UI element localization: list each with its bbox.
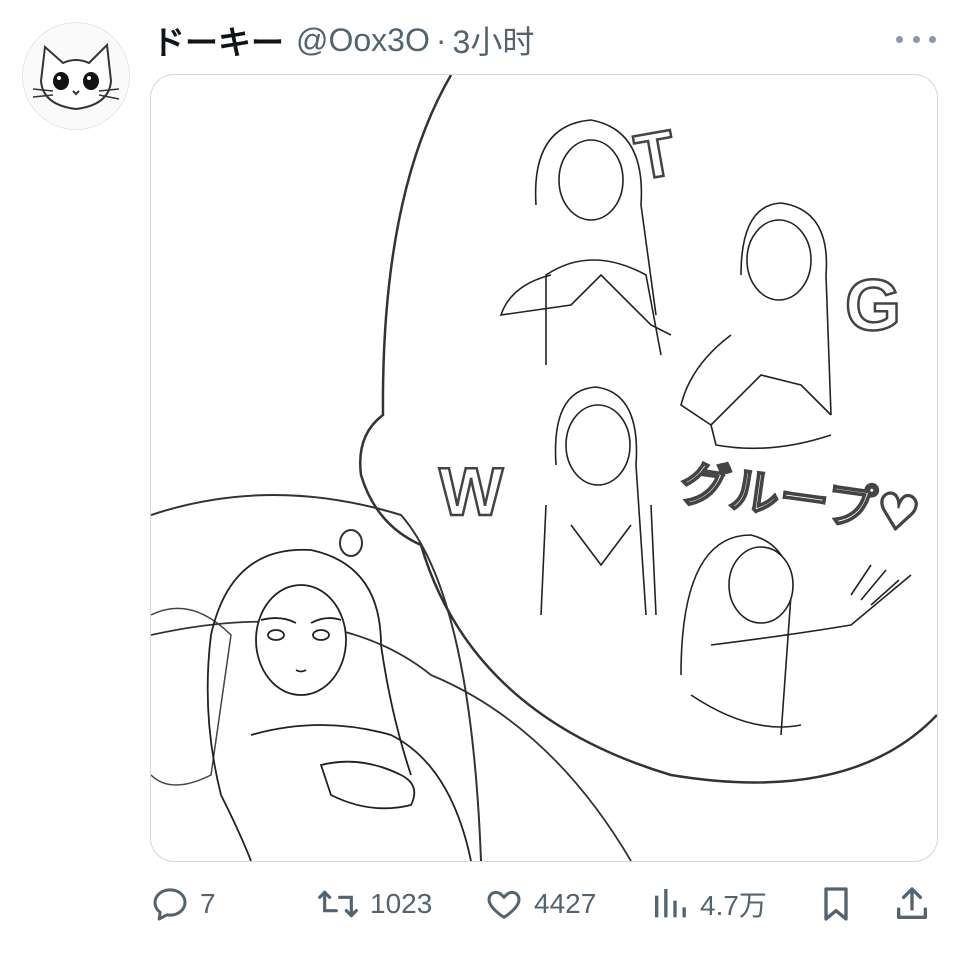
separator-dot: · bbox=[435, 21, 447, 58]
reply-button[interactable]: 7 bbox=[150, 878, 216, 930]
lying-girl bbox=[206, 548, 472, 861]
cat-avatar-icon bbox=[32, 42, 120, 111]
author-name[interactable]: ドーキー bbox=[152, 16, 284, 64]
heart-icon bbox=[487, 890, 521, 919]
views-bar-chart-icon bbox=[655, 889, 686, 918]
small-thought-bubble bbox=[339, 529, 363, 557]
girl-sketch-right bbox=[680, 202, 832, 450]
girl-sketch-middle bbox=[540, 386, 657, 616]
retweet-button[interactable]: 1023 bbox=[316, 878, 432, 930]
bookmark-icon bbox=[824, 887, 848, 921]
reply-count: 7 bbox=[200, 888, 216, 919]
katakana-group: グループ♡ bbox=[676, 454, 924, 545]
letter-w: W bbox=[439, 454, 504, 530]
letter-g: G bbox=[845, 266, 901, 346]
more-dot bbox=[912, 35, 920, 43]
share-icon bbox=[897, 887, 927, 919]
more-options-button[interactable] bbox=[896, 28, 936, 50]
retweet-count: 1023 bbox=[370, 888, 433, 919]
manga-sketch-illustration: T G W グループ♡ bbox=[151, 75, 937, 861]
like-count: 4427 bbox=[534, 888, 597, 919]
more-dot bbox=[896, 35, 903, 43]
like-button[interactable]: 4427 bbox=[484, 878, 596, 930]
post-image[interactable]: T G W グループ♡ bbox=[150, 74, 938, 862]
girl-sketch-bottom bbox=[680, 534, 912, 736]
views-count: 4.7万 bbox=[700, 890, 767, 921]
reply-icon bbox=[153, 888, 187, 921]
retweet-icon bbox=[318, 890, 358, 918]
post-header: ドーキー @Oox3O · 3小时 bbox=[152, 18, 534, 62]
author-handle[interactable]: @Oox3O bbox=[296, 22, 430, 59]
action-bar: 7 1023 4427 4.7万 bbox=[150, 878, 936, 930]
post-timestamp[interactable]: 3小时 bbox=[453, 17, 535, 63]
more-dot bbox=[929, 35, 936, 43]
views-button[interactable]: 4.7万 bbox=[650, 878, 767, 930]
author-avatar[interactable] bbox=[22, 22, 130, 130]
bookmark-button[interactable] bbox=[816, 878, 856, 930]
letter-t: T bbox=[630, 116, 681, 194]
share-button[interactable] bbox=[892, 878, 932, 930]
